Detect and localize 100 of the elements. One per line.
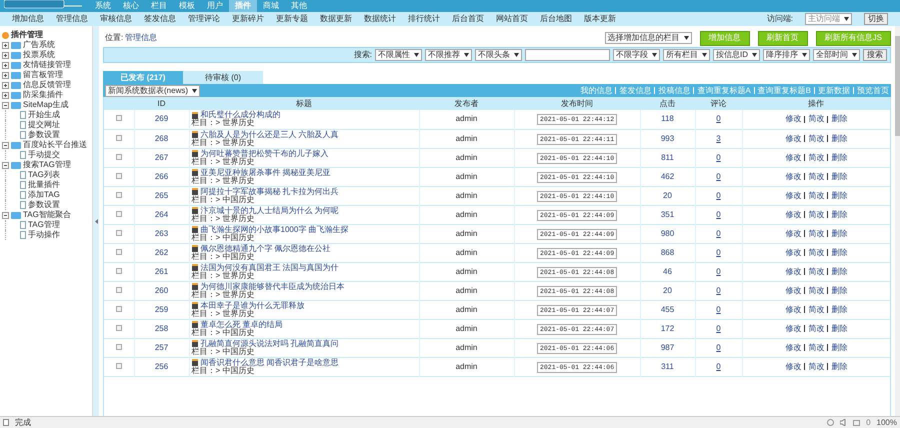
tree-item[interactable]: TAG智能聚合 bbox=[23, 209, 71, 221]
filter-select[interactable]: 全部时间 bbox=[813, 49, 860, 61]
sub-nav-link[interactable]: 排行统计 bbox=[408, 13, 440, 25]
row-checkbox[interactable] bbox=[116, 134, 122, 140]
row-action-link[interactable]: 简改 bbox=[808, 246, 824, 258]
check-icon[interactable] bbox=[827, 419, 834, 426]
row-action-link[interactable]: 简改 bbox=[808, 113, 824, 126]
comments-link[interactable]: 3 bbox=[716, 134, 721, 142]
title-link[interactable]: 为何吐蕃赞普把松赞干布的儿子嫁入 bbox=[200, 150, 328, 158]
filter-select[interactable]: 不限字段 bbox=[613, 49, 660, 61]
filter-select[interactable]: 不限推荐 bbox=[425, 49, 472, 61]
row-checkbox[interactable] bbox=[116, 306, 122, 312]
row-action-link[interactable]: 修改 bbox=[785, 342, 802, 354]
collapse-icon[interactable] bbox=[2, 162, 9, 168]
tree-item[interactable]: 开始生成 bbox=[28, 109, 60, 121]
title-link[interactable]: 为何德川家康能够替代丰臣成为统治日本 bbox=[200, 282, 344, 290]
edit-doc-icon[interactable] bbox=[192, 131, 198, 138]
row-action-link[interactable]: 删除 bbox=[831, 360, 848, 372]
title-link[interactable]: 孔融简直何源头说法对吗 孔融简直真问 bbox=[200, 340, 339, 348]
edit-doc-icon[interactable] bbox=[192, 188, 198, 195]
sub-nav-link[interactable]: 后台首页 bbox=[452, 13, 484, 25]
row-action-link[interactable]: 删除 bbox=[831, 190, 848, 202]
sub-nav-link[interactable]: 更新专题 bbox=[276, 13, 308, 25]
title-link[interactable]: 亚美尼亚种族屠杀事件 揭秘亚美尼亚 bbox=[200, 168, 331, 176]
row-checkbox[interactable] bbox=[116, 344, 122, 350]
row-action-link[interactable]: 删除 bbox=[831, 152, 848, 164]
edit-doc-icon[interactable] bbox=[192, 302, 198, 309]
sub-nav-link[interactable]: 数据统计 bbox=[364, 13, 396, 25]
row-checkbox[interactable] bbox=[116, 192, 122, 198]
row-action-link[interactable]: 简改 bbox=[808, 170, 824, 182]
edit-doc-icon[interactable] bbox=[192, 245, 198, 252]
title-link[interactable]: 和氏璧什么成分构成的 bbox=[200, 111, 280, 120]
row-action-link[interactable]: 修改 bbox=[785, 132, 802, 144]
row-action-link[interactable]: 修改 bbox=[785, 113, 802, 126]
row-action-link[interactable]: 修改 bbox=[785, 170, 802, 182]
sub-nav-link[interactable]: 审核信息 bbox=[100, 13, 132, 25]
row-action-link[interactable]: 删除 bbox=[831, 284, 848, 296]
edit-doc-icon[interactable] bbox=[192, 359, 198, 366]
collapse-icon[interactable] bbox=[2, 102, 9, 108]
row-action-link[interactable]: 删除 bbox=[831, 322, 848, 334]
row-action-link[interactable]: 删除 bbox=[831, 208, 848, 220]
tree-item[interactable]: 防采集插件 bbox=[23, 89, 63, 101]
tree-item[interactable]: 批量插件 bbox=[28, 179, 60, 191]
speaker-icon[interactable] bbox=[840, 419, 848, 426]
comments-link[interactable]: 0 bbox=[716, 172, 721, 180]
expand-icon[interactable] bbox=[2, 72, 9, 78]
row-action-link[interactable]: 简改 bbox=[808, 190, 824, 202]
tree-item[interactable]: 投票系统 bbox=[23, 49, 55, 61]
tree-item[interactable]: TAG管理 bbox=[28, 219, 60, 231]
row-action-link[interactable]: 简改 bbox=[808, 322, 824, 334]
collapse-icon[interactable] bbox=[2, 142, 9, 148]
row-checkbox[interactable] bbox=[116, 324, 122, 330]
switch-button[interactable]: 切换 bbox=[864, 13, 888, 25]
tree-item[interactable]: 手动操作 bbox=[28, 229, 60, 241]
edit-doc-icon[interactable] bbox=[192, 321, 198, 328]
row-checkbox[interactable] bbox=[116, 210, 122, 216]
filter-select[interactable]: 所有栏目 bbox=[663, 49, 710, 61]
access-select[interactable]: 主访问端 bbox=[805, 13, 852, 25]
title-link[interactable]: 佩尔恩德精通九个字 佩尔恩德在公社 bbox=[200, 244, 331, 252]
comments-link[interactable]: 0 bbox=[716, 190, 721, 200]
comments-link[interactable]: 0 bbox=[716, 362, 721, 370]
collapse-icon[interactable] bbox=[2, 212, 9, 218]
row-action-link[interactable]: 简改 bbox=[808, 304, 824, 316]
row-action-link[interactable]: 简改 bbox=[808, 360, 824, 372]
row-checkbox[interactable] bbox=[116, 115, 122, 122]
tree-item[interactable]: 广告系统 bbox=[23, 39, 55, 51]
row-action-link[interactable]: 简改 bbox=[808, 284, 824, 296]
row-action-link[interactable]: 简改 bbox=[808, 266, 824, 278]
tree-item[interactable]: SiteMap生成 bbox=[23, 99, 68, 111]
collapse-arrow-icon[interactable] bbox=[94, 218, 98, 224]
row-checkbox[interactable] bbox=[116, 172, 122, 178]
search-button[interactable]: 搜索 bbox=[863, 49, 887, 61]
comments-link[interactable]: 0 bbox=[716, 114, 721, 124]
row-action-link[interactable]: 修改 bbox=[785, 360, 802, 372]
sub-nav-link[interactable]: 更新碎片 bbox=[232, 13, 264, 25]
tree-item[interactable]: 搜索TAG管理 bbox=[23, 159, 71, 171]
expand-icon[interactable] bbox=[2, 62, 9, 68]
row-action-link[interactable]: 修改 bbox=[785, 152, 802, 164]
filter-select[interactable]: 按信息ID bbox=[713, 49, 760, 61]
row-action-link[interactable]: 修改 bbox=[785, 228, 802, 240]
expand-icon[interactable] bbox=[2, 82, 9, 88]
row-action-link[interactable]: 删除 bbox=[831, 246, 848, 258]
row-action-link[interactable]: 删除 bbox=[831, 228, 848, 240]
row-action-link[interactable]: 简改 bbox=[808, 228, 824, 240]
row-checkbox[interactable] bbox=[116, 230, 122, 236]
comments-link[interactable]: 0 bbox=[716, 210, 721, 218]
expand-icon[interactable] bbox=[2, 52, 9, 58]
sub-nav-link[interactable]: 版本更新 bbox=[584, 13, 616, 25]
location-link[interactable]: 管理信息 bbox=[125, 32, 158, 44]
row-checkbox[interactable] bbox=[116, 248, 122, 254]
filter-select[interactable]: 不限属性 bbox=[375, 49, 422, 61]
tree-item[interactable]: 参数设置 bbox=[28, 199, 60, 211]
expand-icon[interactable] bbox=[2, 42, 9, 48]
table-select[interactable]: 新闻系统数据表(news) bbox=[105, 84, 200, 96]
comments-link[interactable]: 0 bbox=[716, 266, 721, 276]
row-action-link[interactable]: 删除 bbox=[831, 170, 848, 182]
tree-item[interactable]: 百度站长平台推送 bbox=[23, 139, 87, 151]
tree-item[interactable]: 提交网址 bbox=[28, 119, 60, 131]
edit-doc-icon[interactable] bbox=[192, 112, 198, 119]
row-checkbox[interactable] bbox=[116, 154, 122, 160]
